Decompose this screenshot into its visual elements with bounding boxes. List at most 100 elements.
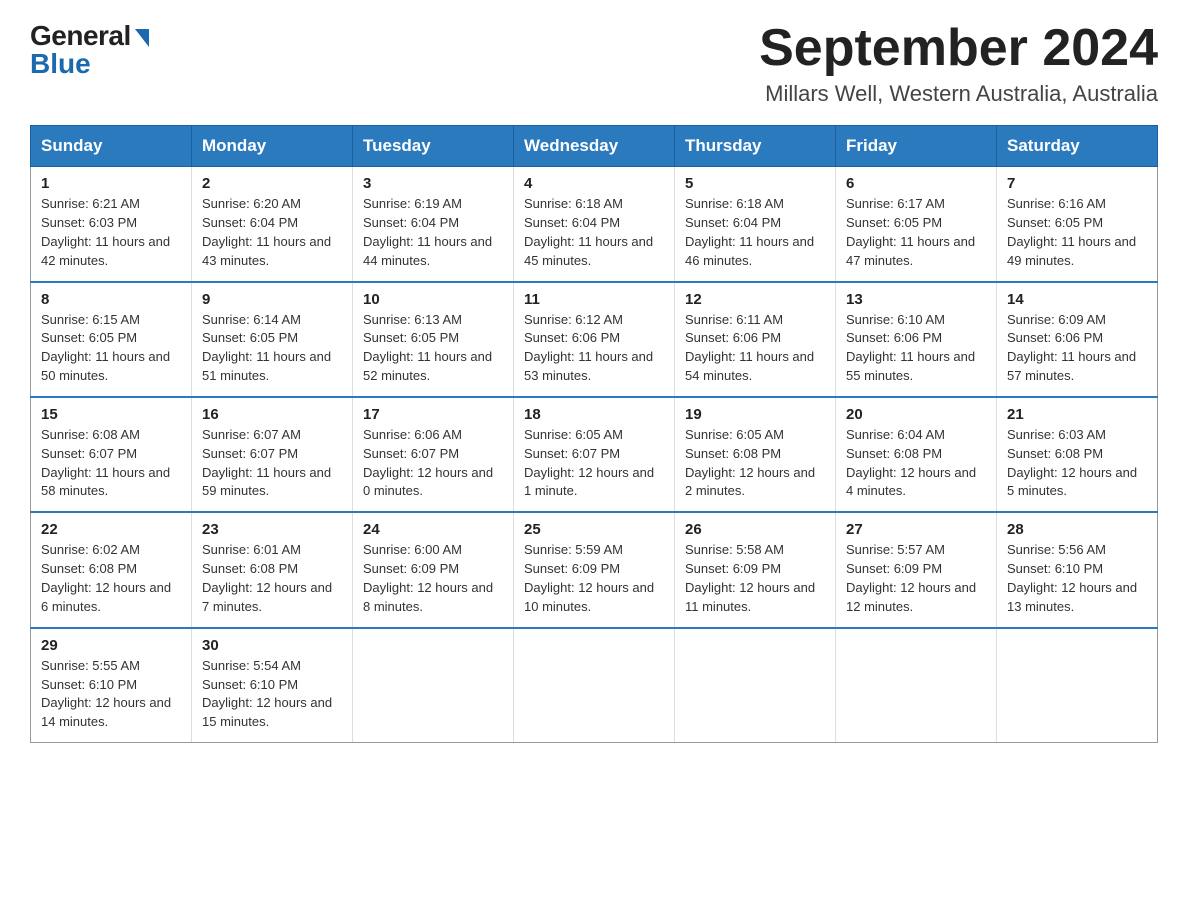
day-info: Sunrise: 5:59 AMSunset: 6:09 PMDaylight:…	[524, 541, 664, 616]
day-info: Sunrise: 6:09 AMSunset: 6:06 PMDaylight:…	[1007, 311, 1147, 386]
day-info: Sunrise: 6:21 AMSunset: 6:03 PMDaylight:…	[41, 195, 181, 270]
col-friday: Friday	[836, 126, 997, 167]
calendar-day-cell: 2 Sunrise: 6:20 AMSunset: 6:04 PMDayligh…	[192, 167, 353, 282]
day-number: 23	[202, 521, 342, 538]
day-info: Sunrise: 6:13 AMSunset: 6:05 PMDaylight:…	[363, 311, 503, 386]
day-number: 30	[202, 637, 342, 654]
calendar-day-cell: 28 Sunrise: 5:56 AMSunset: 6:10 PMDaylig…	[997, 512, 1158, 627]
day-info: Sunrise: 6:11 AMSunset: 6:06 PMDaylight:…	[685, 311, 825, 386]
calendar-day-cell	[997, 628, 1158, 743]
day-number: 8	[41, 291, 181, 308]
day-info: Sunrise: 6:14 AMSunset: 6:05 PMDaylight:…	[202, 311, 342, 386]
day-number: 12	[685, 291, 825, 308]
calendar-day-cell: 1 Sunrise: 6:21 AMSunset: 6:03 PMDayligh…	[31, 167, 192, 282]
calendar-week-row: 15 Sunrise: 6:08 AMSunset: 6:07 PMDaylig…	[31, 397, 1158, 512]
day-number: 18	[524, 406, 664, 423]
day-number: 2	[202, 175, 342, 192]
calendar-day-cell: 25 Sunrise: 5:59 AMSunset: 6:09 PMDaylig…	[514, 512, 675, 627]
logo: General Blue	[30, 20, 149, 80]
day-info: Sunrise: 6:20 AMSunset: 6:04 PMDaylight:…	[202, 195, 342, 270]
calendar-day-cell: 4 Sunrise: 6:18 AMSunset: 6:04 PMDayligh…	[514, 167, 675, 282]
calendar-day-cell: 29 Sunrise: 5:55 AMSunset: 6:10 PMDaylig…	[31, 628, 192, 743]
day-number: 1	[41, 175, 181, 192]
day-info: Sunrise: 6:02 AMSunset: 6:08 PMDaylight:…	[41, 541, 181, 616]
day-info: Sunrise: 6:03 AMSunset: 6:08 PMDaylight:…	[1007, 426, 1147, 501]
col-saturday: Saturday	[997, 126, 1158, 167]
calendar-day-cell: 21 Sunrise: 6:03 AMSunset: 6:08 PMDaylig…	[997, 397, 1158, 512]
calendar-day-cell: 17 Sunrise: 6:06 AMSunset: 6:07 PMDaylig…	[353, 397, 514, 512]
day-number: 13	[846, 291, 986, 308]
day-info: Sunrise: 5:55 AMSunset: 6:10 PMDaylight:…	[41, 657, 181, 732]
calendar-day-cell: 11 Sunrise: 6:12 AMSunset: 6:06 PMDaylig…	[514, 282, 675, 397]
calendar-day-cell: 3 Sunrise: 6:19 AMSunset: 6:04 PMDayligh…	[353, 167, 514, 282]
logo-arrow-icon	[135, 29, 149, 47]
day-info: Sunrise: 6:07 AMSunset: 6:07 PMDaylight:…	[202, 426, 342, 501]
col-monday: Monday	[192, 126, 353, 167]
day-info: Sunrise: 6:18 AMSunset: 6:04 PMDaylight:…	[685, 195, 825, 270]
day-info: Sunrise: 6:18 AMSunset: 6:04 PMDaylight:…	[524, 195, 664, 270]
calendar-day-cell: 14 Sunrise: 6:09 AMSunset: 6:06 PMDaylig…	[997, 282, 1158, 397]
calendar-day-cell: 24 Sunrise: 6:00 AMSunset: 6:09 PMDaylig…	[353, 512, 514, 627]
day-number: 5	[685, 175, 825, 192]
calendar-day-cell: 8 Sunrise: 6:15 AMSunset: 6:05 PMDayligh…	[31, 282, 192, 397]
day-number: 20	[846, 406, 986, 423]
calendar-day-cell: 20 Sunrise: 6:04 AMSunset: 6:08 PMDaylig…	[836, 397, 997, 512]
day-number: 24	[363, 521, 503, 538]
day-info: Sunrise: 6:10 AMSunset: 6:06 PMDaylight:…	[846, 311, 986, 386]
day-number: 3	[363, 175, 503, 192]
day-info: Sunrise: 6:05 AMSunset: 6:07 PMDaylight:…	[524, 426, 664, 501]
day-info: Sunrise: 5:58 AMSunset: 6:09 PMDaylight:…	[685, 541, 825, 616]
calendar-day-cell: 19 Sunrise: 6:05 AMSunset: 6:08 PMDaylig…	[675, 397, 836, 512]
location-title: Millars Well, Western Australia, Austral…	[759, 81, 1158, 107]
day-info: Sunrise: 6:19 AMSunset: 6:04 PMDaylight:…	[363, 195, 503, 270]
calendar-day-cell: 15 Sunrise: 6:08 AMSunset: 6:07 PMDaylig…	[31, 397, 192, 512]
calendar-day-cell	[675, 628, 836, 743]
day-number: 16	[202, 406, 342, 423]
calendar-day-cell: 12 Sunrise: 6:11 AMSunset: 6:06 PMDaylig…	[675, 282, 836, 397]
calendar-week-row: 8 Sunrise: 6:15 AMSunset: 6:05 PMDayligh…	[31, 282, 1158, 397]
day-info: Sunrise: 6:05 AMSunset: 6:08 PMDaylight:…	[685, 426, 825, 501]
day-info: Sunrise: 5:54 AMSunset: 6:10 PMDaylight:…	[202, 657, 342, 732]
day-number: 10	[363, 291, 503, 308]
calendar-day-cell: 30 Sunrise: 5:54 AMSunset: 6:10 PMDaylig…	[192, 628, 353, 743]
month-title: September 2024	[759, 20, 1158, 77]
day-number: 21	[1007, 406, 1147, 423]
logo-blue: Blue	[30, 48, 91, 80]
col-thursday: Thursday	[675, 126, 836, 167]
calendar-day-cell	[514, 628, 675, 743]
day-number: 15	[41, 406, 181, 423]
calendar-week-row: 29 Sunrise: 5:55 AMSunset: 6:10 PMDaylig…	[31, 628, 1158, 743]
day-info: Sunrise: 6:12 AMSunset: 6:06 PMDaylight:…	[524, 311, 664, 386]
day-number: 22	[41, 521, 181, 538]
day-number: 25	[524, 521, 664, 538]
calendar-day-cell: 7 Sunrise: 6:16 AMSunset: 6:05 PMDayligh…	[997, 167, 1158, 282]
calendar-day-cell: 10 Sunrise: 6:13 AMSunset: 6:05 PMDaylig…	[353, 282, 514, 397]
day-number: 17	[363, 406, 503, 423]
calendar-day-cell: 27 Sunrise: 5:57 AMSunset: 6:09 PMDaylig…	[836, 512, 997, 627]
title-area: September 2024 Millars Well, Western Aus…	[759, 20, 1158, 107]
calendar-table: Sunday Monday Tuesday Wednesday Thursday…	[30, 125, 1158, 743]
day-number: 9	[202, 291, 342, 308]
day-number: 19	[685, 406, 825, 423]
header: General Blue September 2024 Millars Well…	[30, 20, 1158, 107]
day-info: Sunrise: 6:15 AMSunset: 6:05 PMDaylight:…	[41, 311, 181, 386]
calendar-day-cell: 6 Sunrise: 6:17 AMSunset: 6:05 PMDayligh…	[836, 167, 997, 282]
day-number: 6	[846, 175, 986, 192]
day-info: Sunrise: 5:56 AMSunset: 6:10 PMDaylight:…	[1007, 541, 1147, 616]
calendar-day-cell	[353, 628, 514, 743]
calendar-day-cell: 16 Sunrise: 6:07 AMSunset: 6:07 PMDaylig…	[192, 397, 353, 512]
day-number: 7	[1007, 175, 1147, 192]
col-wednesday: Wednesday	[514, 126, 675, 167]
day-number: 28	[1007, 521, 1147, 538]
calendar-day-cell: 23 Sunrise: 6:01 AMSunset: 6:08 PMDaylig…	[192, 512, 353, 627]
day-info: Sunrise: 6:04 AMSunset: 6:08 PMDaylight:…	[846, 426, 986, 501]
day-number: 29	[41, 637, 181, 654]
day-number: 4	[524, 175, 664, 192]
day-info: Sunrise: 6:01 AMSunset: 6:08 PMDaylight:…	[202, 541, 342, 616]
calendar-day-cell: 9 Sunrise: 6:14 AMSunset: 6:05 PMDayligh…	[192, 282, 353, 397]
day-info: Sunrise: 5:57 AMSunset: 6:09 PMDaylight:…	[846, 541, 986, 616]
day-info: Sunrise: 6:00 AMSunset: 6:09 PMDaylight:…	[363, 541, 503, 616]
calendar-week-row: 22 Sunrise: 6:02 AMSunset: 6:08 PMDaylig…	[31, 512, 1158, 627]
day-info: Sunrise: 6:16 AMSunset: 6:05 PMDaylight:…	[1007, 195, 1147, 270]
calendar-week-row: 1 Sunrise: 6:21 AMSunset: 6:03 PMDayligh…	[31, 167, 1158, 282]
